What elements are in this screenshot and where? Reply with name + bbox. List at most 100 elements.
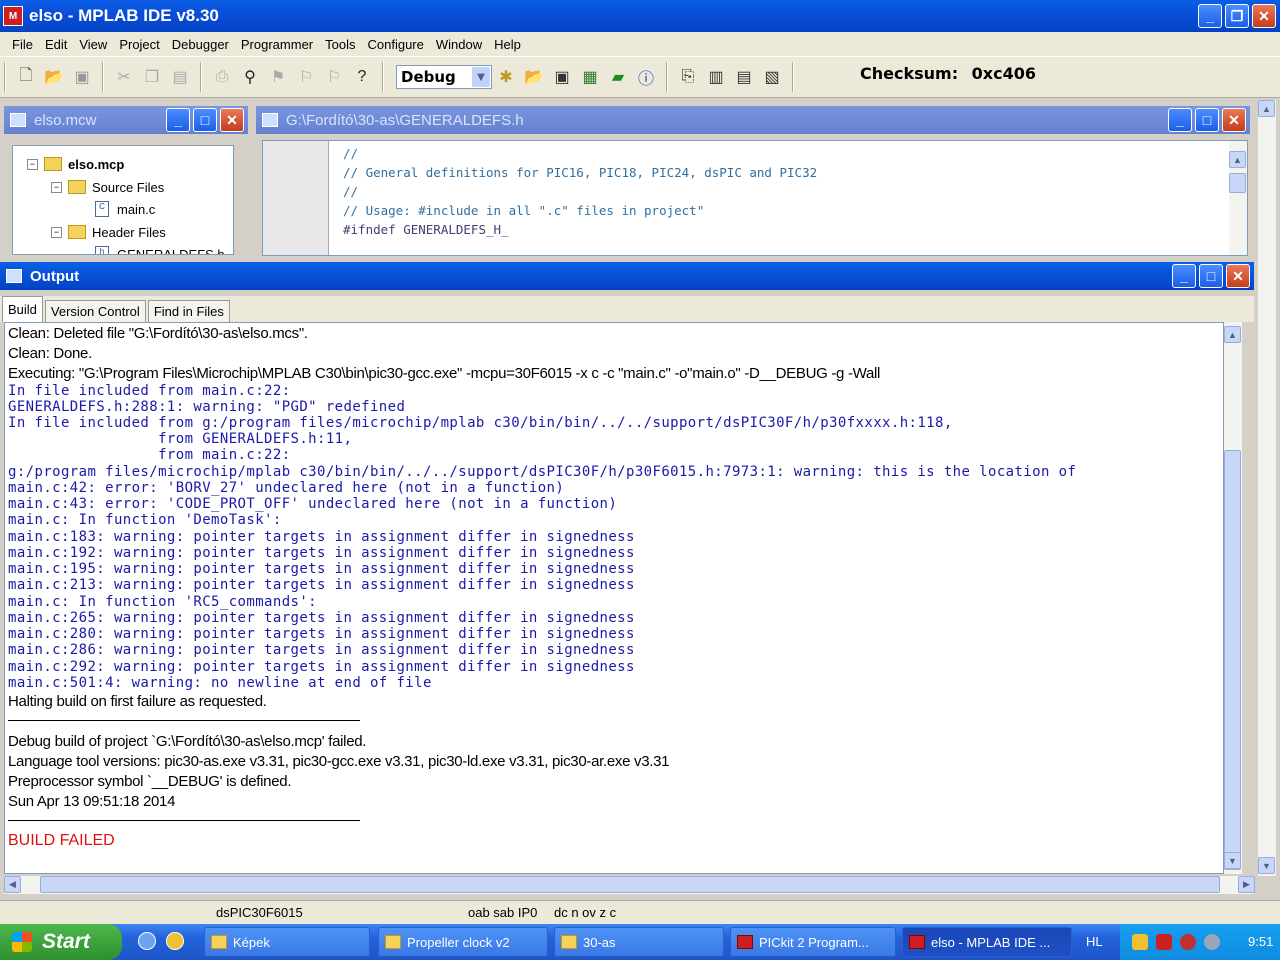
taskbar: Start Képek Propeller clock v2 30-as PIC… (0, 924, 1280, 960)
editor-title-bar[interactable]: G:\Fordító\30-as\GENERALDEFS.h _ □ ✕ (256, 106, 1250, 134)
next-bookmark-icon[interactable]: ⚐ (323, 66, 345, 88)
code-editor[interactable]: // // General definitions for PIC16, PIC1… (262, 140, 1248, 256)
collapse-icon[interactable]: − (27, 158, 38, 170)
taskbar-item-30-as[interactable]: 30-as (554, 927, 724, 957)
find-binoculars-icon[interactable]: ⚲ (239, 66, 261, 88)
collapse-icon[interactable]: − (51, 226, 62, 238)
info-icon[interactable]: ⓘ (635, 66, 657, 88)
output-minimize-button[interactable]: _ (1172, 264, 1196, 288)
taskbar-item-propeller[interactable]: Propeller clock v2 (378, 927, 548, 957)
language-indicator[interactable]: HL (1086, 934, 1103, 949)
internet-explorer-icon[interactable] (166, 932, 184, 950)
main-scroll-up-icon[interactable]: ▲ (1258, 100, 1275, 117)
mplab-app-icon[interactable]: M (3, 6, 23, 26)
open-project-icon[interactable]: 📂 (523, 66, 545, 88)
scroll-thumb[interactable] (1229, 173, 1246, 193)
tray-shield-icon[interactable] (1180, 934, 1196, 950)
main-vertical-scrollbar[interactable]: ▲ ▼ (1258, 100, 1276, 876)
open-folder-icon[interactable]: 📂 (43, 66, 65, 88)
output-line: main.c:501:4: warning: no newline at end… (8, 675, 432, 691)
menu-bar: File Edit View Project Debugger Programm… (0, 32, 1280, 56)
print-icon[interactable]: ⎙ (211, 66, 233, 88)
workspace-maximize-button[interactable]: □ (193, 108, 217, 132)
tree-source-files[interactable]: − Source Files (51, 177, 164, 197)
workspace-minimize-button[interactable]: _ (166, 108, 190, 132)
menu-file[interactable]: File (6, 35, 39, 54)
main-scroll-down-icon[interactable]: ▼ (1258, 857, 1275, 874)
output-vertical-scrollbar[interactable]: ▲ ▼ (1224, 322, 1242, 874)
paste-icon[interactable]: ▤ (169, 66, 191, 88)
tab-build[interactable]: Build (2, 296, 43, 322)
summary-line: Language tool versions: pic30-as.exe v3.… (8, 753, 670, 770)
scroll-right-icon[interactable]: ▶ (1238, 876, 1255, 893)
summary-line: Preprocessor symbol `__DEBUG' is defined… (8, 773, 292, 790)
tab-version-control[interactable]: Version Control (44, 300, 146, 322)
build-icon[interactable]: ▰ (607, 66, 629, 88)
tree-project[interactable]: − elso.mcp (27, 154, 124, 174)
make-icon[interactable]: ⎘ (677, 66, 699, 88)
editor-close-button[interactable]: ✕ (1222, 108, 1246, 132)
tab-find-in-files[interactable]: Find in Files (147, 300, 230, 322)
separator-line (8, 820, 360, 821)
build-output[interactable]: Clean: Deleted file "G:\Fordító\30-as\el… (4, 322, 1224, 874)
menu-configure[interactable]: Configure (362, 35, 430, 54)
editor-minimize-button[interactable]: _ (1168, 108, 1192, 132)
show-desktop-icon[interactable] (138, 932, 156, 950)
tree-generaldefs-h[interactable]: h GENERALDEFS.h (95, 244, 225, 254)
prev-bookmark-icon[interactable]: ⚐ (295, 66, 317, 88)
build-all-icon[interactable]: ▥ (705, 66, 727, 88)
taskbar-item-kepek[interactable]: Képek (204, 927, 370, 957)
tray-volume-icon[interactable] (1204, 934, 1220, 950)
help-icon[interactable]: ? (351, 66, 373, 88)
menu-project[interactable]: Project (113, 35, 165, 54)
output-maximize-button[interactable]: □ (1199, 264, 1223, 288)
collapse-icon[interactable]: − (51, 181, 62, 193)
restore-button[interactable]: ❐ (1225, 4, 1249, 28)
program-memory-icon[interactable]: ▤ (733, 66, 755, 88)
menu-help[interactable]: Help (488, 35, 527, 54)
export-icon[interactable]: ▧ (761, 66, 783, 88)
taskbar-item-mplab[interactable]: elso - MPLAB IDE ... (902, 927, 1072, 957)
start-button[interactable]: Start (0, 924, 122, 960)
tree-header-files[interactable]: − Header Files (51, 222, 166, 242)
code-text[interactable]: // // General definitions for PIC16, PIC1… (343, 144, 817, 239)
scroll-up-icon[interactable]: ▲ (1229, 151, 1246, 168)
output-title-bar[interactable]: Output _ □ ✕ (0, 262, 1254, 290)
clock[interactable]: 9:51 (1248, 934, 1273, 949)
bookmark-icon[interactable]: ⚑ (267, 66, 289, 88)
menu-view[interactable]: View (73, 35, 113, 54)
menu-edit[interactable]: Edit (39, 35, 73, 54)
tray-app-icon[interactable] (1132, 934, 1148, 950)
output-line: main.c:213: warning: pointer targets in … (8, 577, 635, 593)
output-scroll-thumb[interactable] (1224, 450, 1241, 870)
output-scroll-down-icon[interactable]: ▼ (1224, 852, 1241, 869)
workspace-close-button[interactable]: ✕ (220, 108, 244, 132)
cut-icon[interactable]: ✂ (113, 66, 135, 88)
scroll-left-icon[interactable]: ◀ (4, 876, 21, 893)
taskbar-item-pickit[interactable]: PICkit 2 Program... (730, 927, 896, 957)
chevron-down-icon[interactable]: ▼ (472, 67, 490, 87)
menu-window[interactable]: Window (430, 35, 488, 54)
tree-main-c[interactable]: C main.c (95, 199, 155, 219)
workspace-title-bar[interactable]: elso.mcw _ □ ✕ (4, 106, 248, 134)
menu-debugger[interactable]: Debugger (166, 35, 235, 54)
copy-icon[interactable]: ❐ (141, 66, 163, 88)
close-button[interactable]: ✕ (1252, 4, 1276, 28)
output-scroll-up-icon[interactable]: ▲ (1224, 326, 1241, 343)
menu-programmer[interactable]: Programmer (235, 35, 319, 54)
horizontal-scroll-thumb[interactable] (40, 876, 1220, 893)
save-project-icon[interactable]: ▣ (551, 66, 573, 88)
editor-vertical-scrollbar[interactable]: ▲ (1229, 141, 1247, 255)
output-horizontal-scrollbar[interactable]: ◀ ▶ (4, 876, 1255, 894)
new-project-icon[interactable]: ✱ (495, 66, 517, 88)
output-close-button[interactable]: ✕ (1226, 264, 1250, 288)
code-line: // General definitions for PIC16, PIC18,… (343, 165, 818, 180)
editor-maximize-button[interactable]: □ (1195, 108, 1219, 132)
tray-pdf-icon[interactable] (1156, 934, 1172, 950)
build-config-dropdown[interactable]: Debug ▼ (396, 65, 492, 89)
new-file-icon[interactable]: 🗋 (15, 66, 37, 88)
minimize-button[interactable]: _ (1198, 4, 1222, 28)
project-wizard-icon[interactable]: ▦ (579, 66, 601, 88)
menu-tools[interactable]: Tools (319, 35, 361, 54)
save-icon[interactable]: ▣ (71, 66, 93, 88)
